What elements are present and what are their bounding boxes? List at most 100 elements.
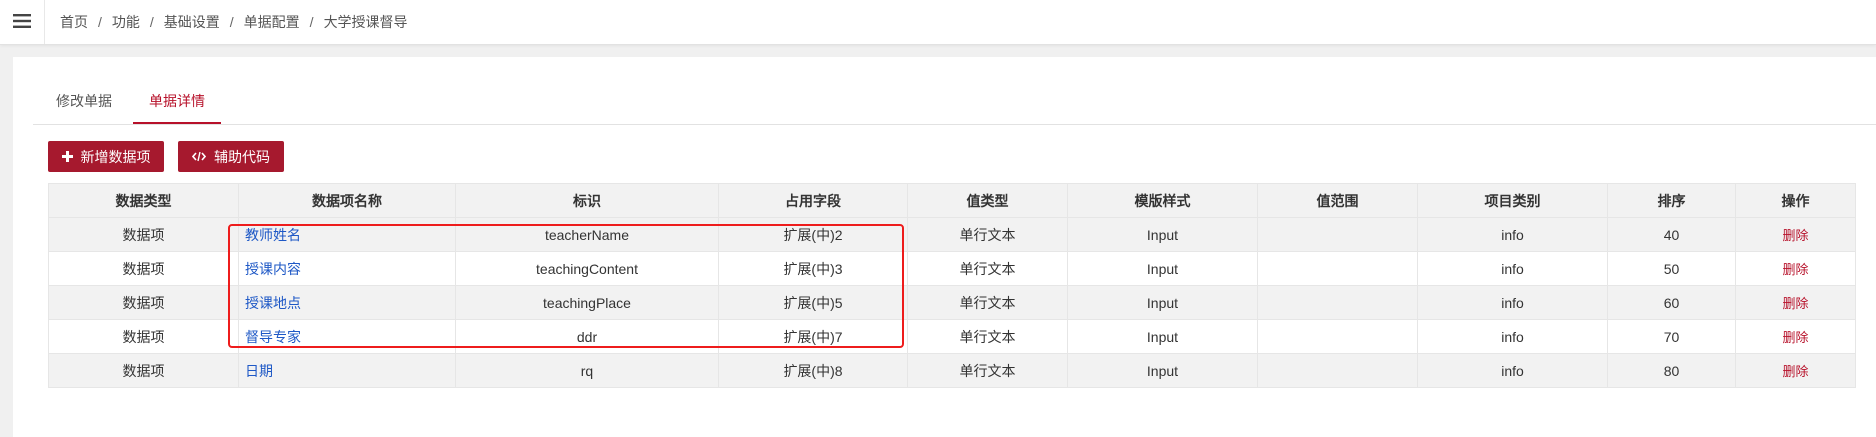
- cell-value-range: [1257, 251, 1418, 286]
- cell-action: 删除: [1735, 285, 1856, 320]
- cell-item-name: 授课内容: [238, 251, 456, 286]
- cell-action: 删除: [1735, 319, 1856, 354]
- cell-category: info: [1417, 217, 1608, 252]
- plus-icon: [61, 151, 73, 162]
- cell-identifier: rq: [455, 353, 719, 388]
- item-name-link[interactable]: 授课内容: [245, 261, 301, 277]
- cell-item-name: 督导专家: [238, 319, 456, 354]
- cell-template: Input: [1067, 285, 1258, 320]
- tab-edit-form[interactable]: 修改单据: [33, 85, 135, 124]
- column-header: 操作: [1735, 183, 1856, 218]
- breadcrumb-separator: /: [149, 14, 154, 30]
- column-header: 排序: [1607, 183, 1736, 218]
- cell-template: Input: [1067, 251, 1258, 286]
- delete-link[interactable]: 删除: [1782, 228, 1808, 243]
- cell-order: 40: [1607, 217, 1736, 252]
- cell-field: 扩展(中)2: [718, 217, 908, 252]
- column-header: 值类型: [907, 183, 1068, 218]
- cell-value-type: 单行文本: [907, 353, 1068, 388]
- cell-item-name: 日期: [238, 353, 456, 388]
- cell-data-type: 数据项: [48, 217, 239, 252]
- cell-value-range: [1257, 285, 1418, 320]
- item-name-link[interactable]: 日期: [245, 363, 273, 379]
- cell-item-name: 授课地点: [238, 285, 456, 320]
- column-header: 模版样式: [1067, 183, 1258, 218]
- cell-identifier: teachingContent: [455, 251, 719, 286]
- breadcrumb-function[interactable]: 功能: [112, 12, 140, 32]
- cell-value-type: 单行文本: [907, 285, 1068, 320]
- column-header: 项目类别: [1417, 183, 1608, 218]
- cell-template: Input: [1067, 353, 1258, 388]
- breadcrumb: 首页 / 功能 / 基础设置 / 单据配置 / 大学授课督导: [60, 0, 408, 44]
- breadcrumb-form-config[interactable]: 单据配置: [244, 12, 300, 32]
- cell-action: 删除: [1735, 217, 1856, 252]
- menu-toggle-button[interactable]: [0, 0, 45, 44]
- table-header-row: 数据类型 数据项名称 标识 占用字段 值类型 模版样式 值范围 项目类别 排序 …: [48, 183, 1856, 218]
- cell-template: Input: [1067, 217, 1258, 252]
- cell-value-range: [1257, 353, 1418, 388]
- table-row: 数据项 日期 rq 扩展(中)8 单行文本 Input info 80 删除: [48, 353, 1856, 388]
- delete-link[interactable]: 删除: [1782, 262, 1808, 277]
- breadcrumb-basic-settings[interactable]: 基础设置: [164, 12, 220, 32]
- code-icon: [192, 151, 206, 162]
- top-bar: 首页 / 功能 / 基础设置 / 单据配置 / 大学授课督导: [0, 0, 1876, 45]
- cell-category: info: [1417, 353, 1608, 388]
- helper-code-label: 辅助代码: [214, 148, 270, 165]
- cell-value-range: [1257, 217, 1418, 252]
- item-name-link[interactable]: 督导专家: [245, 329, 301, 345]
- tab-form-details[interactable]: 单据详情: [133, 85, 221, 124]
- table-row: 数据项 授课内容 teachingContent 扩展(中)3 单行文本 Inp…: [48, 251, 1856, 286]
- column-header: 数据项名称: [238, 183, 456, 218]
- cell-order: 50: [1607, 251, 1736, 286]
- cell-category: info: [1417, 285, 1608, 320]
- tab-bar: 修改单据 单据详情: [33, 85, 1876, 125]
- add-data-item-button[interactable]: 新增数据项: [48, 141, 164, 172]
- cell-category: info: [1417, 251, 1608, 286]
- delete-link[interactable]: 删除: [1782, 364, 1808, 379]
- breadcrumb-home[interactable]: 首页: [60, 12, 88, 32]
- breadcrumb-separator: /: [309, 14, 314, 30]
- cell-data-type: 数据项: [48, 251, 239, 286]
- hamburger-icon: [13, 13, 31, 32]
- cell-field: 扩展(中)7: [718, 319, 908, 354]
- cell-order: 70: [1607, 319, 1736, 354]
- cell-field: 扩展(中)5: [718, 285, 908, 320]
- cell-value-range: [1257, 319, 1418, 354]
- cell-action: 删除: [1735, 251, 1856, 286]
- add-data-item-label: 新增数据项: [80, 148, 151, 165]
- cell-order: 60: [1607, 285, 1736, 320]
- cell-item-name: 教师姓名: [238, 217, 456, 252]
- delete-link[interactable]: 删除: [1782, 296, 1808, 311]
- data-items-table: 数据类型 数据项名称 标识 占用字段 值类型 模版样式 值范围 项目类别 排序 …: [48, 183, 1856, 388]
- breadcrumb-separator: /: [98, 14, 102, 30]
- column-header: 标识: [455, 183, 719, 218]
- item-name-link[interactable]: 授课地点: [245, 295, 301, 311]
- cell-value-type: 单行文本: [907, 217, 1068, 252]
- cell-order: 80: [1607, 353, 1736, 388]
- breadcrumb-separator: /: [229, 14, 234, 30]
- table-row: 数据项 授课地点 teachingPlace 扩展(中)5 单行文本 Input…: [48, 285, 1856, 320]
- cell-value-type: 单行文本: [907, 251, 1068, 286]
- cell-action: 删除: [1735, 353, 1856, 388]
- cell-data-type: 数据项: [48, 319, 239, 354]
- cell-identifier: teacherName: [455, 217, 719, 252]
- cell-field: 扩展(中)8: [718, 353, 908, 388]
- cell-data-type: 数据项: [48, 285, 239, 320]
- cell-data-type: 数据项: [48, 353, 239, 388]
- column-header: 值范围: [1257, 183, 1418, 218]
- cell-field: 扩展(中)3: [718, 251, 908, 286]
- delete-link[interactable]: 删除: [1782, 330, 1808, 345]
- cell-category: info: [1417, 319, 1608, 354]
- breadcrumb-current: 大学授课督导: [323, 14, 408, 30]
- content-card: 修改单据 单据详情 新增数据项 辅助代码 数据类型 数据项名称 标识 占用字段 …: [13, 57, 1876, 437]
- table-row: 数据项 教师姓名 teacherName 扩展(中)2 单行文本 Input i…: [48, 217, 1856, 252]
- column-header: 占用字段: [718, 183, 908, 218]
- helper-code-button[interactable]: 辅助代码: [178, 141, 284, 172]
- cell-value-type: 单行文本: [907, 319, 1068, 354]
- cell-template: Input: [1067, 319, 1258, 354]
- cell-identifier: ddr: [455, 319, 719, 354]
- table-row: 数据项 督导专家 ddr 扩展(中)7 单行文本 Input info 70 删…: [48, 319, 1856, 354]
- column-header: 数据类型: [48, 183, 239, 218]
- item-name-link[interactable]: 教师姓名: [245, 227, 301, 243]
- cell-identifier: teachingPlace: [455, 285, 719, 320]
